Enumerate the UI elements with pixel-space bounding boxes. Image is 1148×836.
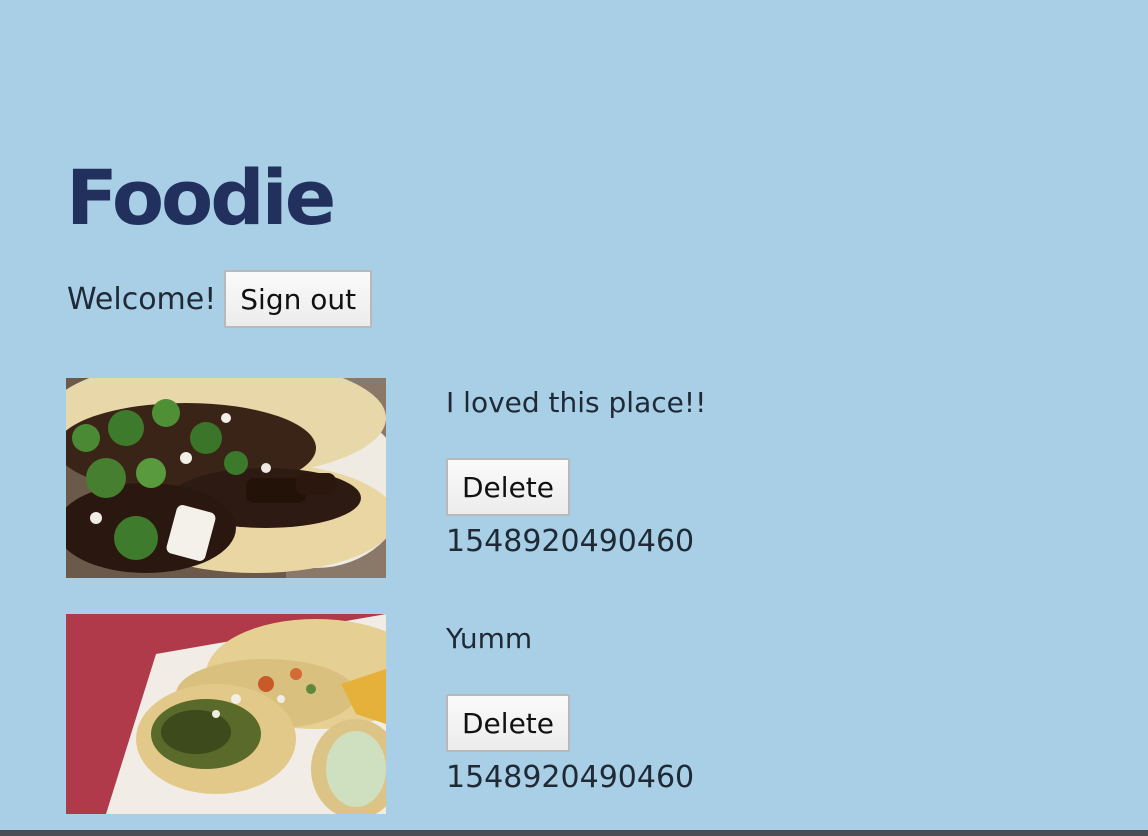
delete-button[interactable]: Delete <box>446 694 570 752</box>
post-item: Yumm Delete 1548920490460 <box>66 614 966 814</box>
sign-out-button[interactable]: Sign out <box>224 270 373 328</box>
post-timestamp: 1548920490460 <box>446 524 695 559</box>
delete-button[interactable]: Delete <box>446 458 570 516</box>
tacos-photo <box>66 614 386 814</box>
tacos-photo <box>66 378 386 578</box>
post-timestamp: 1548920490460 <box>446 760 695 795</box>
post-photo <box>66 614 386 814</box>
post-photo <box>66 378 386 578</box>
post-text: Yumm <box>446 622 533 655</box>
welcome-row: Welcome! Sign out <box>67 270 373 328</box>
post-item: I loved this place!! Delete 154892049046… <box>66 378 966 578</box>
post-text: I loved this place!! <box>446 386 707 419</box>
page: Foodie Welcome! Sign out I loved this pl… <box>0 0 1148 836</box>
window-bottom-edge <box>0 830 1148 836</box>
app-title: Foodie <box>66 153 336 242</box>
welcome-text: Welcome! <box>67 281 217 317</box>
